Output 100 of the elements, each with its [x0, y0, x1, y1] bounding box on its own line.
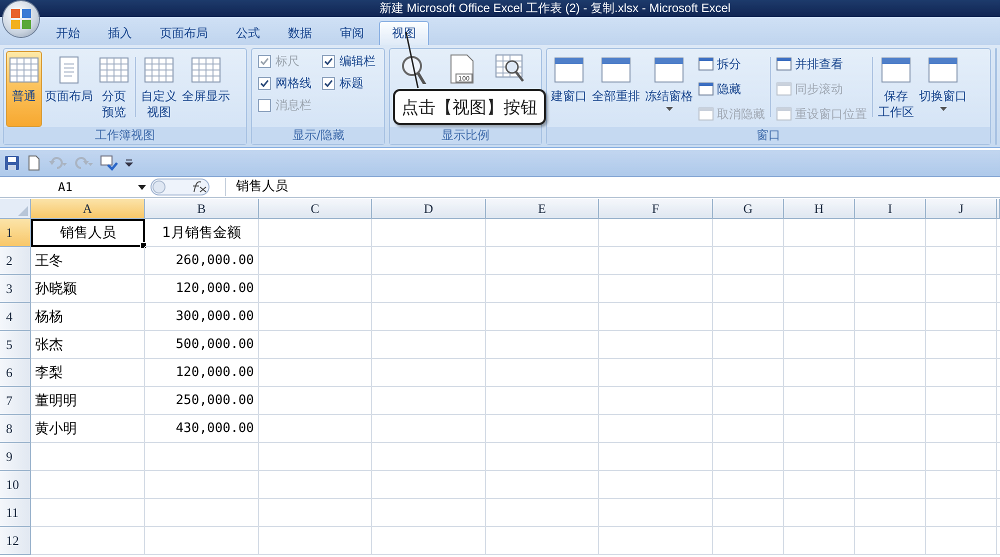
table-cell[interactable] [31, 527, 145, 555]
table-cell[interactable] [486, 303, 599, 331]
table-cell[interactable] [372, 275, 486, 303]
table-cell[interactable] [486, 219, 599, 247]
save-icon[interactable] [4, 155, 20, 171]
table-cell[interactable] [599, 331, 713, 359]
table-cell[interactable] [372, 387, 486, 415]
formula-field[interactable]: 销售人员 [225, 178, 1000, 196]
table-cell[interactable]: 董明明 [31, 387, 145, 415]
row-header[interactable]: 7 [0, 387, 31, 415]
table-cell[interactable] [926, 527, 997, 555]
table-cell[interactable] [855, 247, 926, 275]
table-cell[interactable] [855, 499, 926, 527]
table-cell[interactable] [486, 275, 599, 303]
table-cell[interactable] [599, 275, 713, 303]
table-cell[interactable] [599, 219, 713, 247]
table-cell[interactable] [784, 387, 855, 415]
table-cell[interactable] [713, 331, 784, 359]
column-header[interactable]: D [372, 199, 486, 219]
ribbon-button[interactable]: 冻结窗格 [643, 51, 696, 127]
table-cell[interactable] [713, 275, 784, 303]
dropdown-icon[interactable] [138, 184, 146, 190]
table-cell[interactable] [713, 443, 784, 471]
table-cell[interactable] [784, 303, 855, 331]
table-cell[interactable] [486, 247, 599, 275]
table-cell[interactable] [486, 443, 599, 471]
row-header[interactable]: 10 [0, 471, 31, 499]
table-cell[interactable] [784, 471, 855, 499]
table-cell[interactable]: 250,000.00 [145, 387, 259, 415]
column-header[interactable]: H [784, 199, 855, 219]
ribbon-tab[interactable]: 开始 [43, 21, 93, 45]
row-header[interactable]: 12 [0, 527, 31, 555]
table-cell[interactable] [926, 219, 997, 247]
table-cell[interactable] [926, 247, 997, 275]
table-cell[interactable] [855, 331, 926, 359]
table-cell[interactable] [372, 219, 486, 247]
table-cell[interactable] [599, 415, 713, 443]
table-cell[interactable] [713, 499, 784, 527]
column-header[interactable]: E [486, 199, 599, 219]
table-cell[interactable] [372, 415, 486, 443]
table-cell[interactable] [259, 331, 372, 359]
ribbon-tab[interactable]: 插入 [95, 21, 145, 45]
table-cell[interactable] [713, 387, 784, 415]
table-cell[interactable] [486, 359, 599, 387]
table-cell[interactable] [784, 359, 855, 387]
table-cell[interactable] [259, 275, 372, 303]
checkbox[interactable] [258, 77, 272, 90]
table-cell[interactable] [926, 499, 997, 527]
table-cell[interactable] [784, 443, 855, 471]
table-cell[interactable] [259, 247, 372, 275]
column-header[interactable]: F [599, 199, 713, 219]
table-cell[interactable] [259, 415, 372, 443]
table-cell[interactable]: 1月销售金额 [145, 219, 259, 247]
table-cell[interactable] [486, 387, 599, 415]
row-header[interactable]: 9 [0, 443, 31, 471]
table-cell[interactable] [31, 471, 145, 499]
table-cell[interactable] [145, 471, 259, 499]
table-cell[interactable] [372, 247, 486, 275]
table-cell[interactable] [31, 499, 145, 527]
table-cell[interactable] [926, 275, 997, 303]
table-cell[interactable] [259, 303, 372, 331]
table-cell[interactable] [486, 331, 599, 359]
column-header[interactable]: G [713, 199, 784, 219]
table-cell[interactable]: 500,000.00 [145, 331, 259, 359]
table-cell[interactable] [486, 471, 599, 499]
table-cell[interactable] [372, 471, 486, 499]
table-cell[interactable] [784, 415, 855, 443]
select-all-corner[interactable] [0, 199, 31, 219]
ribbon-button[interactable]: 普通 [6, 51, 42, 127]
table-cell[interactable] [926, 471, 997, 499]
table-cell[interactable] [599, 247, 713, 275]
table-cell[interactable] [259, 359, 372, 387]
table-cell[interactable] [713, 471, 784, 499]
ribbon-button[interactable]: 保存 工作区 [876, 51, 916, 127]
table-cell[interactable] [145, 527, 259, 555]
table-cell[interactable] [855, 303, 926, 331]
table-cell[interactable] [855, 275, 926, 303]
table-cell[interactable] [713, 359, 784, 387]
table-cell[interactable] [372, 499, 486, 527]
table-cell[interactable]: 430,000.00 [145, 415, 259, 443]
table-cell[interactable] [372, 443, 486, 471]
table-cell[interactable] [486, 415, 599, 443]
table-cell[interactable]: 王冬 [31, 247, 145, 275]
ribbon-button[interactable]: 切换窗口 [917, 51, 970, 127]
ribbon-tab[interactable]: 页面布局 [147, 21, 221, 45]
table-cell[interactable] [784, 247, 855, 275]
table-cell[interactable] [855, 443, 926, 471]
preview-icon[interactable] [100, 155, 118, 171]
function-icon[interactable] [150, 178, 210, 196]
column-header[interactable]: C [259, 199, 372, 219]
table-cell[interactable] [599, 359, 713, 387]
table-cell[interactable] [784, 527, 855, 555]
table-cell[interactable] [259, 471, 372, 499]
table-cell[interactable] [784, 499, 855, 527]
table-cell[interactable] [31, 443, 145, 471]
table-cell[interactable] [372, 359, 486, 387]
table-cell[interactable] [259, 499, 372, 527]
table-cell[interactable] [713, 303, 784, 331]
table-cell[interactable] [259, 527, 372, 555]
ribbon-button[interactable]: 拆分 [696, 53, 768, 75]
